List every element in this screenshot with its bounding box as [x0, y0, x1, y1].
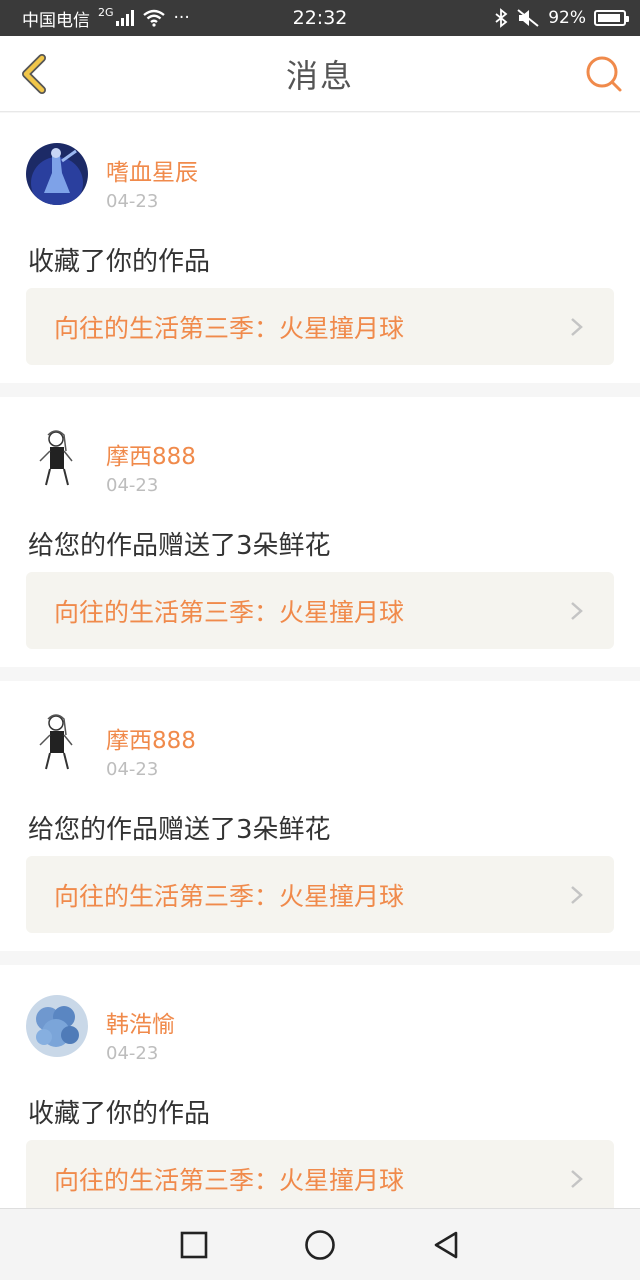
search-icon[interactable] [582, 52, 626, 96]
work-link[interactable]: 向往的生活第三季：火星撞月球 [26, 856, 614, 933]
work-link[interactable]: 向往的生活第三季：火星撞月球 [26, 288, 614, 365]
circle-icon [305, 1229, 335, 1260]
recent-apps-button[interactable] [175, 1226, 213, 1264]
message-text: 收藏了你的作品 [28, 247, 211, 277]
chevron-right-icon [571, 317, 583, 336]
message-text: 收藏了你的作品 [28, 1099, 211, 1129]
home-button[interactable] [301, 1226, 339, 1264]
back-arrow-icon[interactable] [14, 52, 56, 96]
network-type: 2G [98, 5, 114, 19]
work-title: 向往的生活第三季：火星撞月球 [54, 1165, 405, 1195]
more-status-dots: ··· [173, 8, 190, 28]
status-bar: 中国电信 2G ··· 22:32 92% [0, 0, 640, 36]
work-title: 向往的生活第三季：火星撞月球 [54, 313, 405, 343]
message-date: 04-23 [106, 191, 159, 212]
battery-percent: 92% [548, 8, 586, 28]
mute-icon [517, 9, 539, 27]
avatar[interactable] [26, 995, 88, 1057]
work-link[interactable]: 向往的生活第三季：火星撞月球 [26, 1140, 614, 1217]
work-title: 向往的生活第三季：火星撞月球 [54, 881, 405, 911]
message-date: 04-23 [106, 759, 159, 780]
page-title: 消息 [285, 56, 354, 95]
carrier-label: 中国电信 [22, 10, 90, 31]
triangle-back-icon [434, 1231, 458, 1258]
app-header: 消息 [0, 36, 640, 112]
navigation-bar [0, 1208, 640, 1280]
bluetooth-icon [495, 8, 508, 28]
message-date: 04-23 [106, 1043, 159, 1064]
avatar[interactable] [26, 143, 88, 205]
avatar[interactable] [26, 711, 88, 773]
message-list: 嗜血星辰 04-23 收藏了你的作品 向往的生活第三季：火星撞月球 摩西888 … [0, 113, 640, 1249]
sender-name[interactable]: 摩西888 [106, 721, 196, 755]
chevron-right-icon [571, 885, 583, 904]
battery-icon [594, 10, 629, 26]
sender-name[interactable]: 嗜血星辰 [106, 153, 198, 187]
work-title: 向往的生活第三季：火星撞月球 [54, 597, 405, 627]
work-link[interactable]: 向往的生活第三季：火星撞月球 [26, 572, 614, 649]
chevron-right-icon [571, 601, 583, 620]
message-card: 摩西888 04-23 给您的作品赠送了3朵鲜花 向往的生活第三季：火星撞月球 [0, 397, 640, 667]
square-icon [180, 1231, 208, 1258]
chevron-right-icon [571, 1169, 583, 1188]
sender-name[interactable]: 韩浩愉 [106, 1005, 175, 1039]
message-text: 给您的作品赠送了3朵鲜花 [28, 531, 331, 561]
message-text: 给您的作品赠送了3朵鲜花 [28, 815, 331, 845]
back-button[interactable] [427, 1226, 465, 1264]
message-card: 摩西888 04-23 给您的作品赠送了3朵鲜花 向往的生活第三季：火星撞月球 [0, 681, 640, 951]
sender-name[interactable]: 摩西888 [106, 437, 196, 471]
signal-icon [115, 10, 134, 26]
message-date: 04-23 [106, 475, 159, 496]
message-card: 嗜血星辰 04-23 收藏了你的作品 向往的生活第三季：火星撞月球 [0, 113, 640, 383]
wifi-icon [142, 9, 165, 27]
avatar[interactable] [26, 427, 88, 489]
message-card: 韩浩愉 04-23 收藏了你的作品 向往的生活第三季：火星撞月球 [0, 965, 640, 1235]
